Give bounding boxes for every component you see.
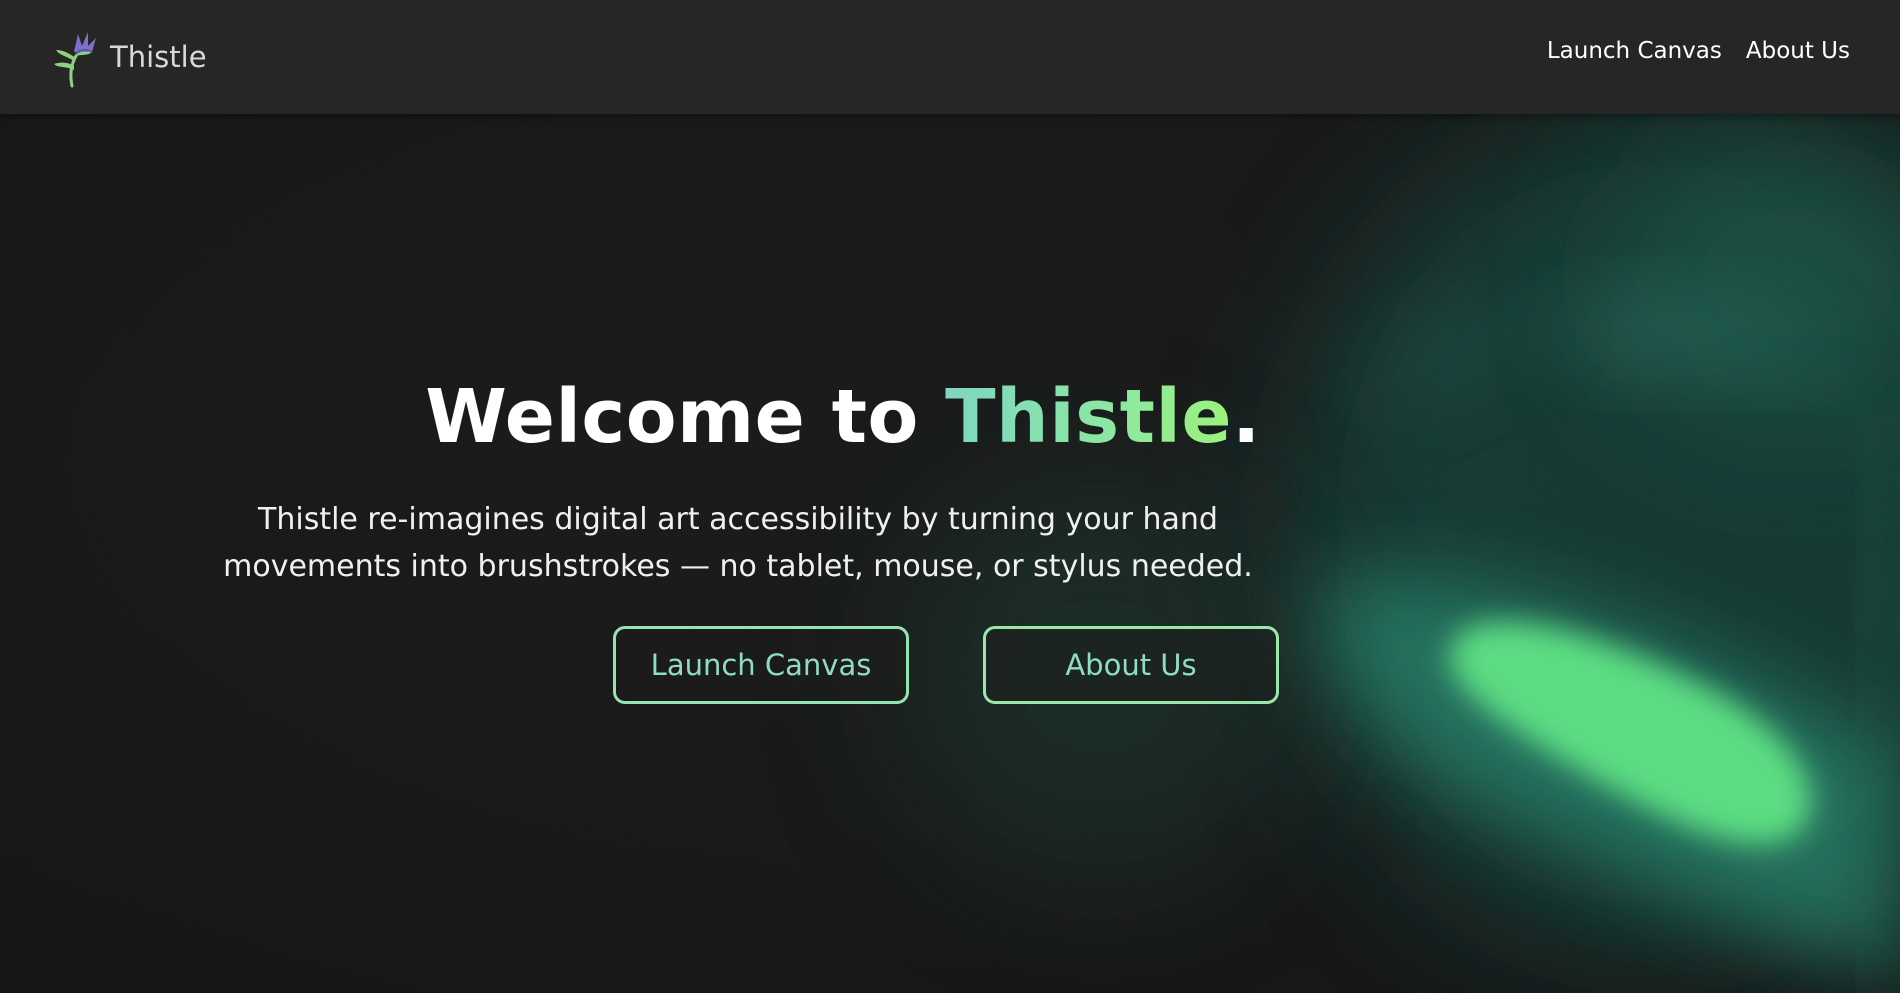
- hero-title: Welcome to Thistle.: [0, 374, 1900, 460]
- hero-buttons: Launch Canvas About Us: [613, 626, 1279, 704]
- brand-name: Thistle: [110, 40, 207, 74]
- hero-content: Welcome to Thistle. Thistle re-imagines …: [0, 374, 1900, 590]
- about-us-button[interactable]: About Us: [983, 626, 1279, 704]
- hero-section: Welcome to Thistle. Thistle re-imagines …: [0, 114, 1900, 993]
- nav-launch-canvas-link[interactable]: Launch Canvas: [1547, 38, 1722, 64]
- brand-home-link[interactable]: Thistle: [48, 24, 207, 90]
- hero-title-accent: Thistle: [945, 374, 1233, 460]
- top-navbar: Thistle Launch Canvas About Us: [0, 0, 1900, 114]
- hero-description: Thistle re-imagines digital art accessib…: [223, 502, 1253, 584]
- hero-title-suffix: .: [1232, 374, 1261, 460]
- hero-title-prefix: Welcome to: [425, 374, 946, 460]
- nav-links: Launch Canvas About Us: [1547, 38, 1850, 64]
- nav-about-us-link[interactable]: About Us: [1746, 38, 1850, 64]
- thistle-flower-icon: [54, 32, 96, 88]
- launch-canvas-button[interactable]: Launch Canvas: [613, 626, 909, 704]
